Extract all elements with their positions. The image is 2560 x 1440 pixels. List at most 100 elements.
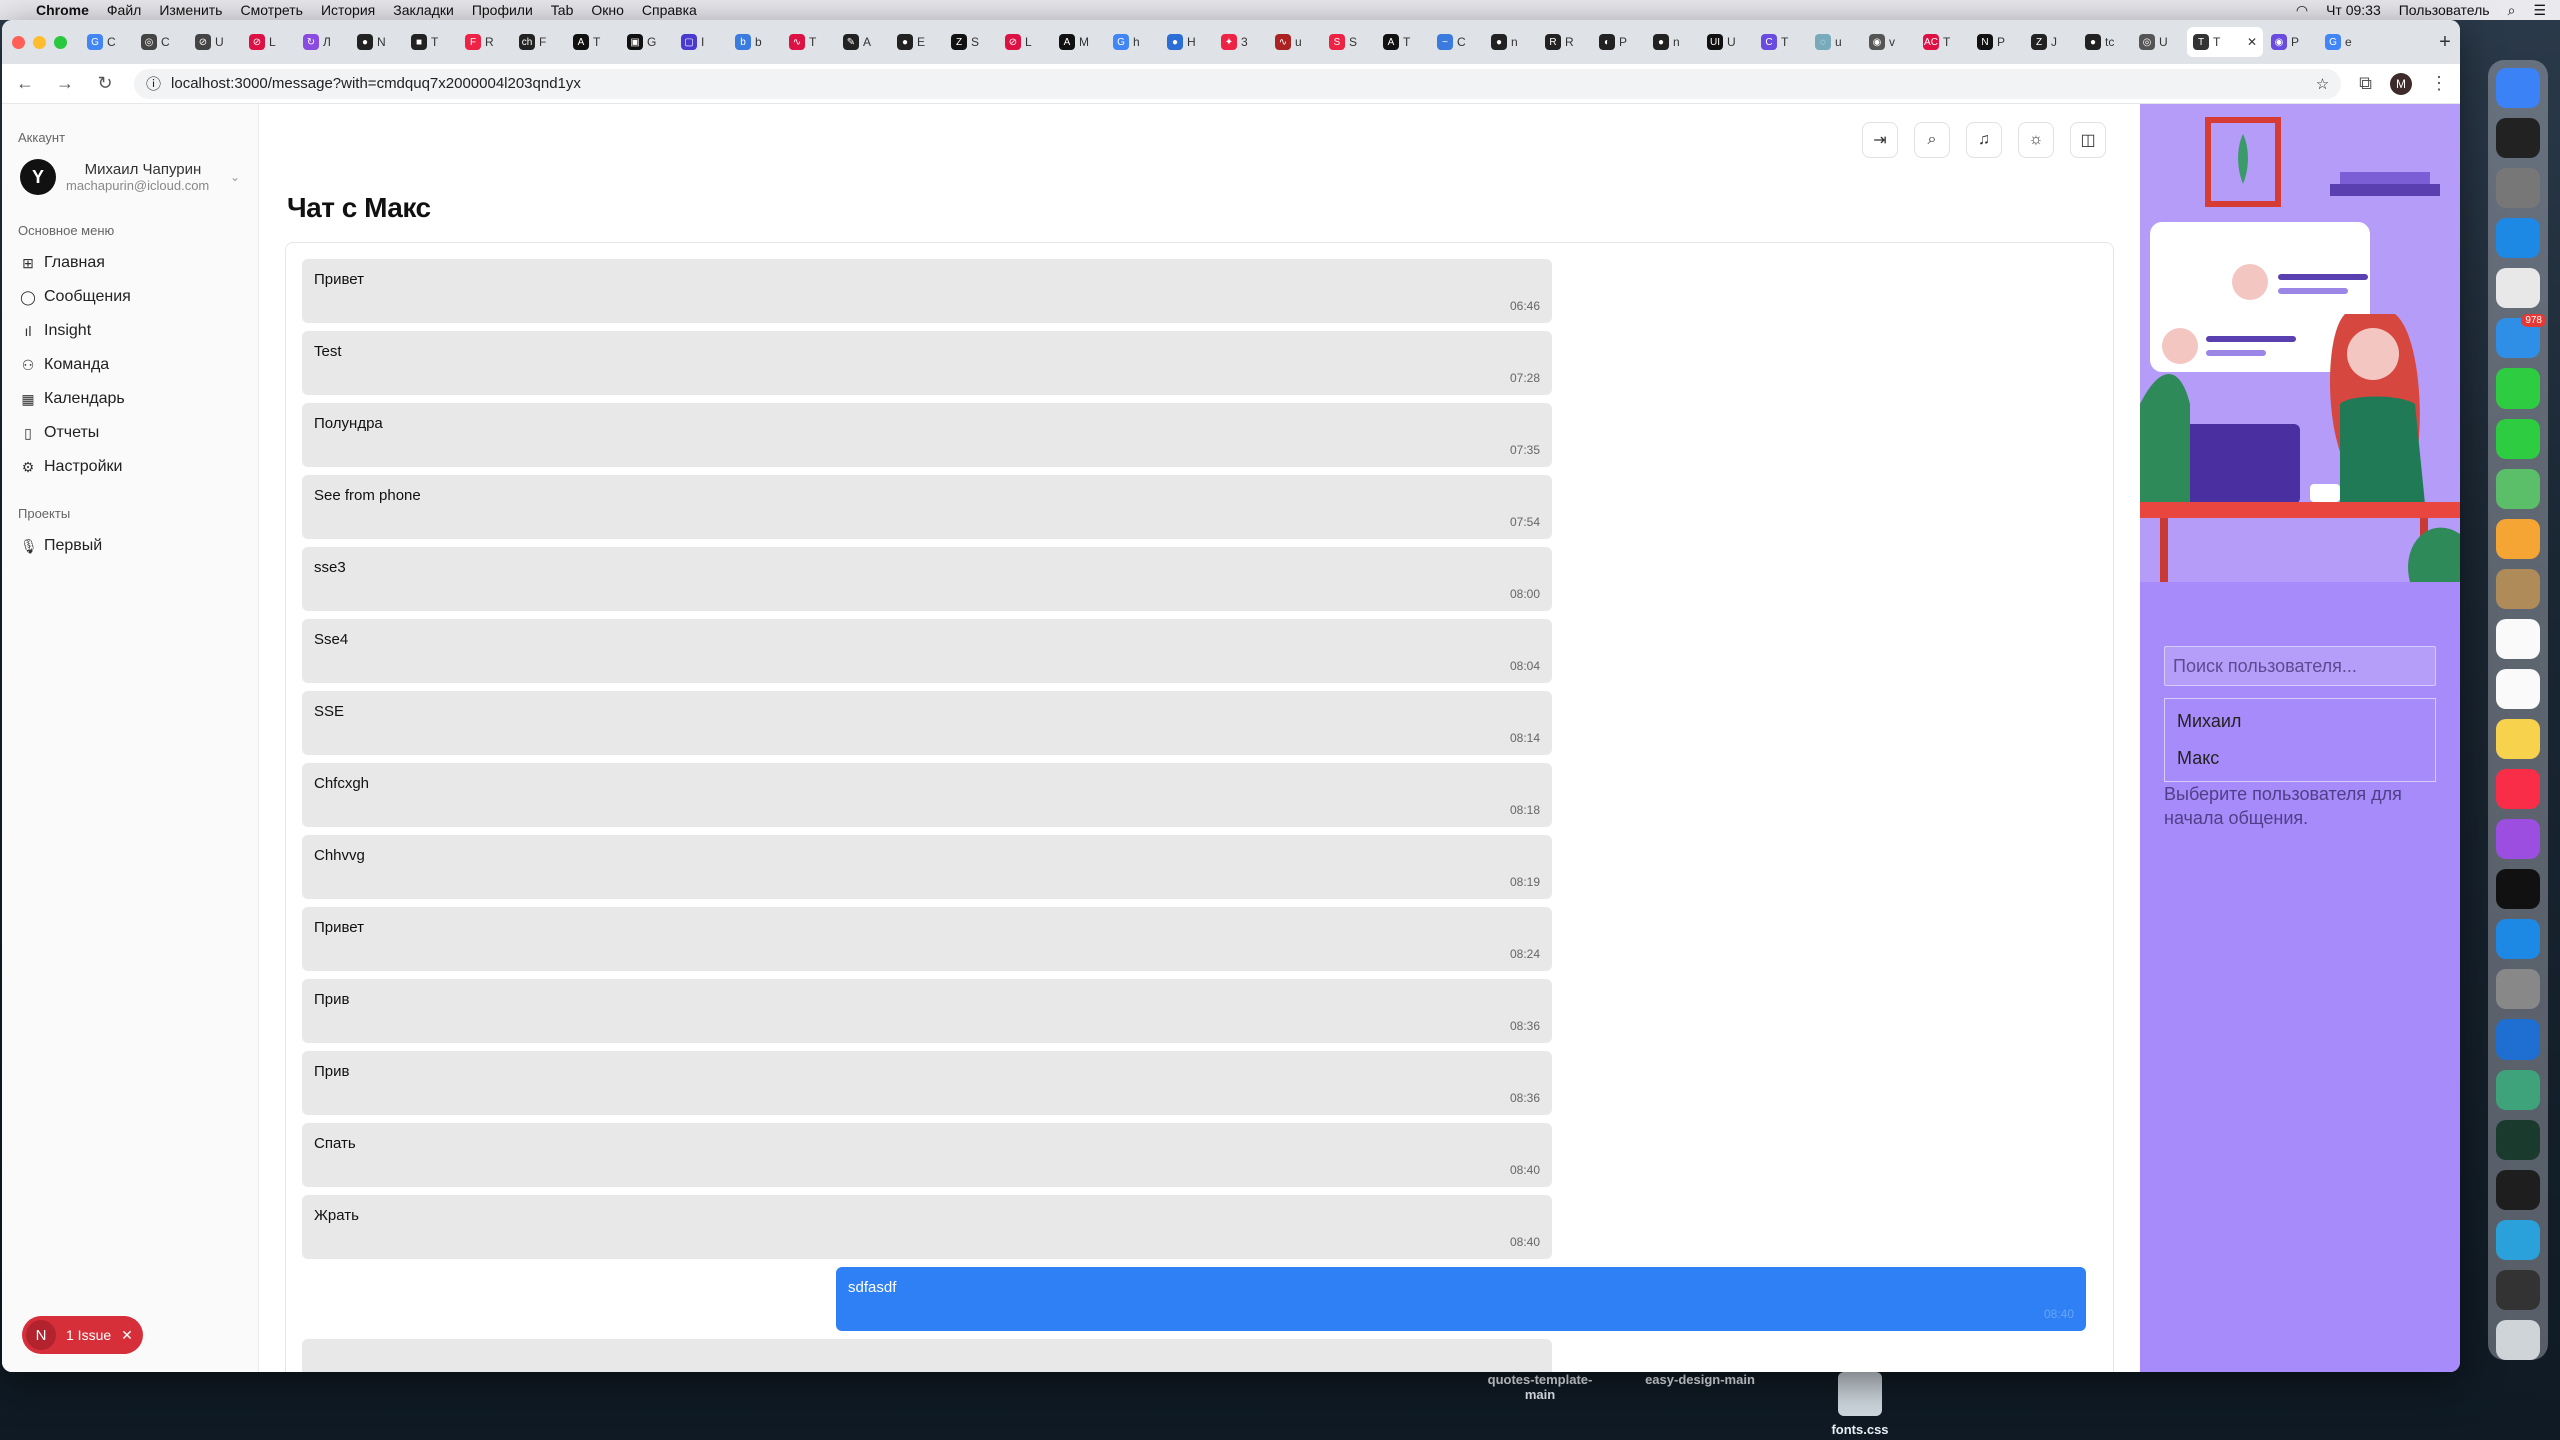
dock-launchpad-icon[interactable] xyxy=(2496,168,2540,209)
incoming-message[interactable]: Спать 08:40 xyxy=(302,1123,1552,1187)
browser-tab[interactable]: ● tc xyxy=(2079,27,2131,57)
profile-avatar[interactable]: M xyxy=(2390,72,2412,95)
dock-figma-icon[interactable] xyxy=(2496,1169,2540,1210)
browser-tab[interactable]: ◉ P xyxy=(2265,27,2317,57)
browser-tab[interactable]: ● n xyxy=(1647,27,1699,57)
dock-tv-icon[interactable] xyxy=(2496,869,2540,910)
dock-calendar-icon[interactable] xyxy=(2496,618,2540,659)
browser-tab[interactable]: T T ✕ xyxy=(2187,27,2263,57)
menu-bookmarks[interactable]: Закладки xyxy=(393,2,454,18)
wifi-icon[interactable]: ◠ xyxy=(2296,2,2308,19)
browser-tab[interactable]: AT xyxy=(1377,27,1429,57)
dock-finder-icon[interactable] xyxy=(2496,68,2540,109)
menu-edit[interactable]: Изменить xyxy=(159,2,222,18)
forward-arrow-icon[interactable]: → xyxy=(54,73,76,94)
dock-messages-icon[interactable] xyxy=(2496,418,2540,459)
dock-chrome-icon[interactable] xyxy=(2496,268,2540,309)
dock-facetime-icon[interactable] xyxy=(2496,368,2540,409)
sidebar-item-messages[interactable]: ◯ Сообщения xyxy=(14,280,246,314)
browser-tab[interactable]: CT xyxy=(1755,27,1807,57)
browser-tab[interactable]: ◐ P xyxy=(1593,27,1645,57)
browser-tab[interactable]: ✎ A xyxy=(837,27,889,57)
menu-file[interactable]: Файл xyxy=(107,2,141,18)
browser-tab[interactable]: FR xyxy=(459,27,511,57)
dock-telegram-icon[interactable] xyxy=(2496,1219,2540,1260)
sidebar-item-calendar[interactable]: ▦ Календарь xyxy=(14,382,246,416)
browser-tab[interactable]: ■ T xyxy=(405,27,457,57)
browser-tab[interactable]: ◉ v xyxy=(1863,27,1915,57)
incoming-message[interactable]: Привет 08:24 xyxy=(302,907,1552,971)
extensions-icon[interactable]: ⧉ xyxy=(2359,73,2372,94)
user-list-item[interactable]: Михаил xyxy=(2165,703,2435,740)
site-info-icon[interactable]: ⓘ xyxy=(146,73,161,94)
browser-tab[interactable]: RR xyxy=(1539,27,1591,57)
dock-photos-icon[interactable] xyxy=(2496,518,2540,559)
browser-tab[interactable]: ● E xyxy=(891,27,943,57)
menu-help[interactable]: Справка xyxy=(642,2,697,18)
incoming-message[interactable]: See from phone 07:54 xyxy=(302,475,1552,539)
incoming-message[interactable]: Прив 08:36 xyxy=(302,1051,1552,1115)
sidebar-item-insight[interactable]: ıl Insight xyxy=(14,314,246,348)
browser-tab[interactable]: ▢ I xyxy=(675,27,727,57)
browser-menu-icon[interactable]: ⋮ xyxy=(2430,73,2448,94)
menubar-clock[interactable]: Чт 09:33 xyxy=(2326,2,2381,18)
desktop-file[interactable]: easy-design-main xyxy=(1640,1372,1760,1437)
browser-tab[interactable]: ch F xyxy=(513,27,565,57)
account-switcher[interactable]: Y Михаил Чапурин machapurin@icloud.com ⌄ xyxy=(14,153,246,201)
browser-tab[interactable]: ◎ U xyxy=(2133,27,2185,57)
menu-history[interactable]: История xyxy=(321,2,375,18)
incoming-message[interactable]: Привет 06:46 xyxy=(302,259,1552,323)
logout-button[interactable]: ⇥ xyxy=(1862,122,1898,158)
dock-notes-icon[interactable] xyxy=(2496,719,2540,760)
message-list[interactable]: Привет 06:46 Test 07:28 Полундра 07:35 See fro… xyxy=(285,242,2114,1372)
project-item[interactable]: 🎙 Первый xyxy=(14,529,246,563)
browser-tab[interactable]: ◎ C xyxy=(135,27,187,57)
menu-view[interactable]: Смотреть xyxy=(240,2,302,18)
close-window-button[interactable] xyxy=(12,35,25,49)
incoming-message[interactable]: Прив 08:36 xyxy=(302,979,1552,1043)
menu-window[interactable]: Окно xyxy=(591,2,624,18)
address-bar[interactable]: ⓘ localhost:3000/message?with=cmdquq7x20… xyxy=(134,68,2342,99)
bookmark-star-icon[interactable]: ☆ xyxy=(2316,75,2329,93)
browser-tab[interactable]: ZS xyxy=(945,27,997,57)
browser-tab[interactable]: AM xyxy=(1053,27,1105,57)
browser-tab[interactable]: ● N xyxy=(351,27,403,57)
incoming-message[interactable]: Жрать 08:40 xyxy=(302,1195,1552,1259)
incoming-message[interactable]: SSE 08:14 xyxy=(302,691,1552,755)
browser-tab[interactable]: ZJ xyxy=(2025,27,2077,57)
desktop-file[interactable]: quotes-template-main xyxy=(1480,1372,1600,1437)
dock-trash-icon[interactable] xyxy=(2496,1319,2540,1361)
dock-chatgpt-icon[interactable] xyxy=(2496,1069,2540,1110)
search-icon[interactable]: ⌕ xyxy=(2508,2,2516,19)
browser-tab[interactable]: ✦ 3 xyxy=(1215,27,1267,57)
browser-tab[interactable]: GC xyxy=(81,27,133,57)
dock-mail-icon[interactable]: 978 xyxy=(2496,314,2546,359)
dock-safari-icon[interactable] xyxy=(2496,218,2540,259)
zoom-window-button[interactable] xyxy=(54,35,67,49)
dock-mongodb-icon[interactable] xyxy=(2496,1119,2540,1160)
outgoing-message[interactable]: sdfasdf 08:40 xyxy=(836,1267,2086,1331)
search-button[interactable]: ⌕ xyxy=(1914,122,1950,158)
menu-profiles[interactable]: Профили xyxy=(472,2,533,18)
sidebar-item-home[interactable]: ⊞ Главная xyxy=(14,246,246,280)
dock-screen-icon[interactable] xyxy=(2496,1269,2540,1310)
browser-tab[interactable]: ◌ u xyxy=(1809,27,1861,57)
incoming-message[interactable]: sse3 08:00 xyxy=(302,547,1552,611)
menubar-user[interactable]: Пользователь xyxy=(2399,2,2490,18)
new-tab-button[interactable]: + xyxy=(2430,31,2460,54)
incoming-message[interactable] xyxy=(302,1339,1552,1372)
close-icon[interactable]: ✕ xyxy=(121,1327,133,1344)
browser-tab[interactable]: ⊘ L xyxy=(243,27,295,57)
browser-tab[interactable]: SS xyxy=(1323,27,1375,57)
browser-tab[interactable]: NP xyxy=(1971,27,2023,57)
browser-tab[interactable]: ● H xyxy=(1161,27,1213,57)
dock-app-store-icon[interactable] xyxy=(2496,919,2540,960)
sidebar-item-reports[interactable]: ▯ Отчеты xyxy=(14,416,246,450)
browser-tab[interactable]: Ge xyxy=(2319,27,2371,57)
dock-music-icon[interactable] xyxy=(2496,769,2540,810)
dock-podcasts-icon[interactable] xyxy=(2496,819,2540,860)
menubar-app-name[interactable]: Chrome xyxy=(36,2,89,18)
close-tab-icon[interactable]: ✕ xyxy=(2247,35,2257,49)
dock-reminders-icon[interactable] xyxy=(2496,668,2540,710)
control-center-icon[interactable]: ☰ xyxy=(2533,2,2546,19)
